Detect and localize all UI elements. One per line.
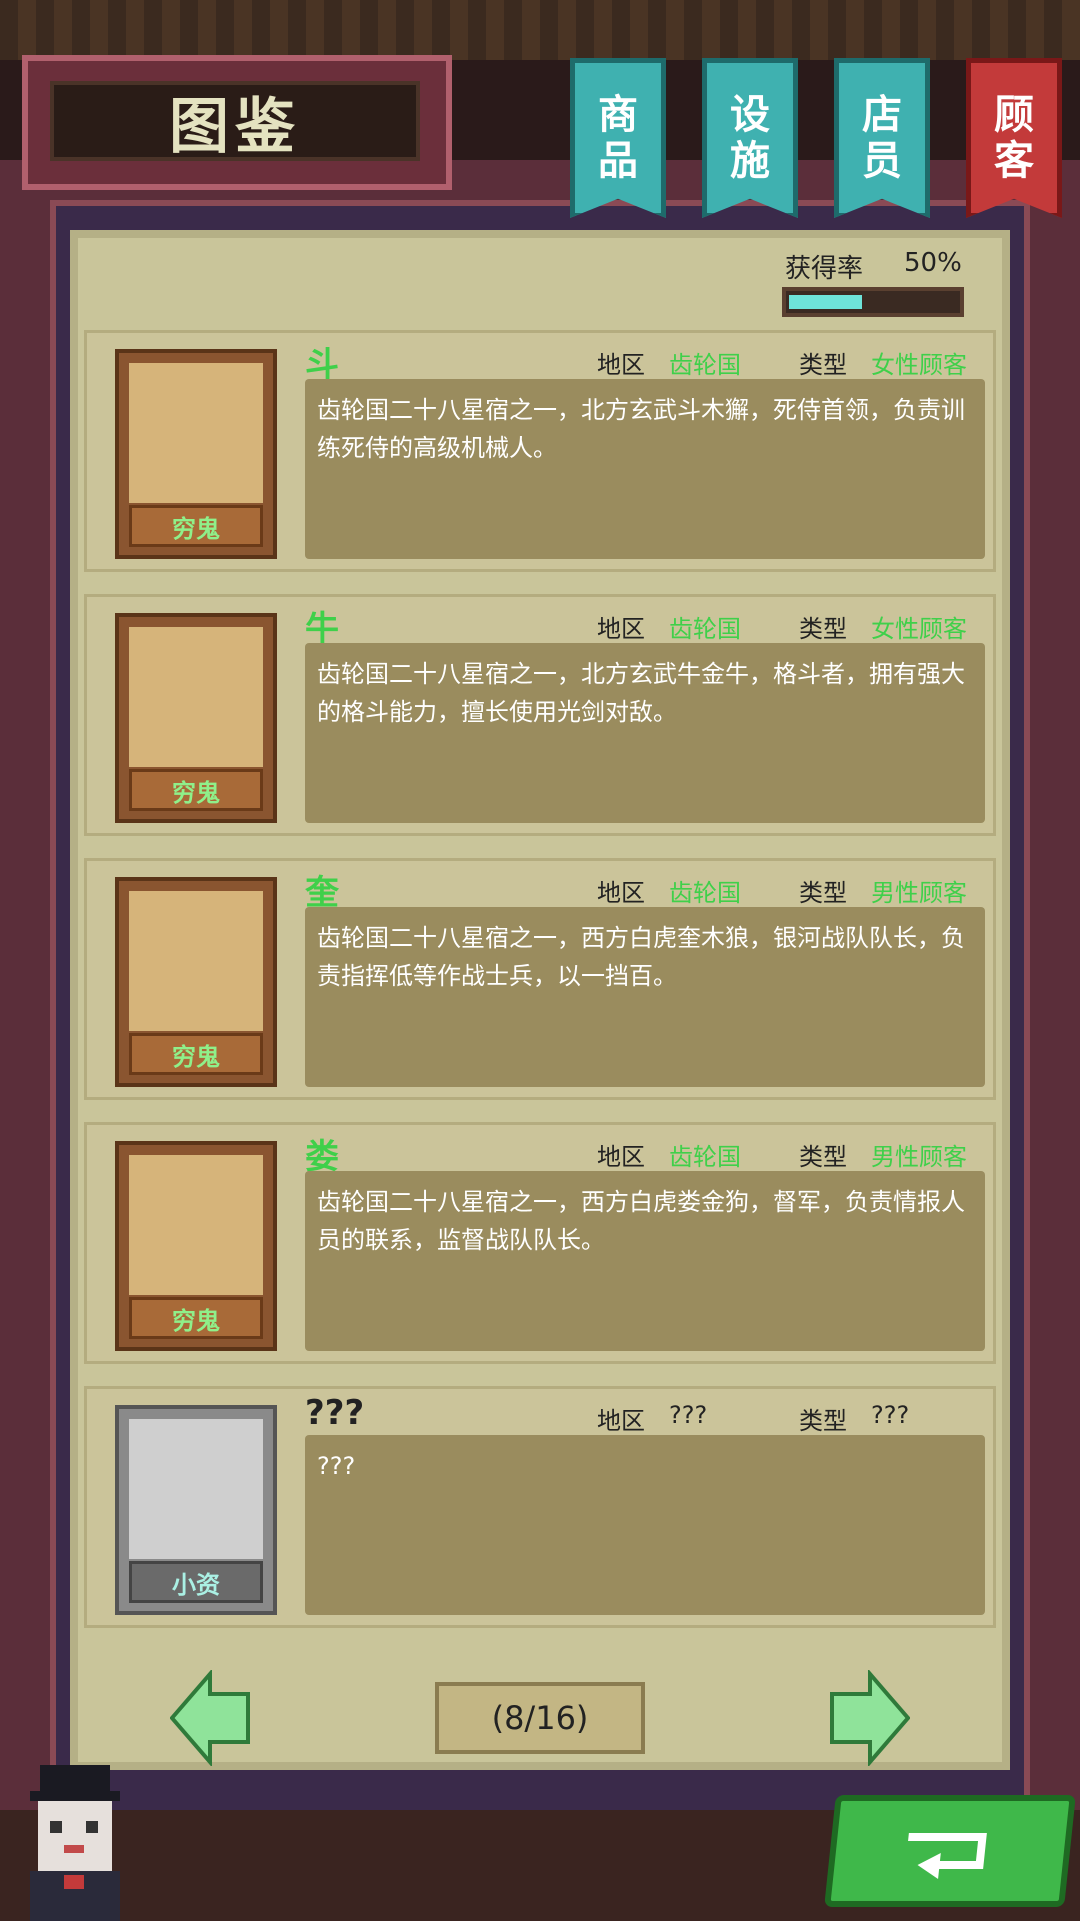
tab-goods-label: 商品 [598, 92, 638, 184]
type-label: 类型 [799, 1143, 847, 1171]
robot-avatar-icon [129, 1155, 263, 1295]
robot-avatar-icon [129, 891, 263, 1031]
customer-description: ??? [305, 1435, 985, 1615]
region-value: 齿轮国 [669, 351, 741, 379]
person-silhouette-icon [129, 1419, 263, 1559]
return-arrow-icon [908, 1833, 987, 1879]
tab-goods[interactable]: 商品 [570, 58, 666, 218]
page-title: 图鉴 [169, 91, 301, 162]
type-value: 女性顾客 [871, 615, 967, 643]
type-value: ??? [871, 1401, 910, 1429]
tab-staff[interactable]: 店员 [834, 58, 930, 218]
customer-tag: 穷鬼 [129, 1033, 263, 1075]
region-value: ??? [669, 1401, 708, 1429]
region-value: 齿轮国 [669, 1143, 741, 1171]
customer-card[interactable]: 穷鬼 娄 地区 齿轮国 类型 男性顾客 齿轮国二十八星宿之一，西方白虎娄金狗，督… [84, 1122, 996, 1364]
customer-description: 齿轮国二十八星宿之一，北方玄武牛金牛，格斗者，拥有强大的格斗能力，擅长使用光剑对… [305, 643, 985, 823]
cat-mascot-icon [30, 1765, 120, 1921]
acquire-rate-label: 获得率 [785, 254, 864, 284]
acquire-rate-bar [782, 287, 964, 317]
tab-customers-label: 顾客 [994, 92, 1034, 184]
page-indicator: (8/16) [435, 1682, 645, 1754]
tab-customers[interactable]: 顾客 [966, 58, 1062, 218]
region-label: 地区 [597, 1407, 645, 1435]
region-label: 地区 [597, 615, 645, 643]
acquire-rate-fill [789, 295, 862, 309]
customer-description: 齿轮国二十八星宿之一，西方白虎奎木狼，银河战队队长，负责指挥低等作战士兵，以一挡… [305, 907, 985, 1087]
customer-card[interactable]: 穷鬼 牛 地区 齿轮国 类型 女性顾客 齿轮国二十八星宿之一，北方玄武牛金牛，格… [84, 594, 996, 836]
tab-staff-label: 店员 [862, 92, 902, 184]
customer-portrait: 小资 [115, 1405, 277, 1615]
type-label: 类型 [799, 879, 847, 907]
region-value: 齿轮国 [669, 615, 741, 643]
customer-card[interactable]: 穷鬼 奎 地区 齿轮国 类型 男性顾客 齿轮国二十八星宿之一，西方白虎奎木狼，银… [84, 858, 996, 1100]
customer-portrait: 穷鬼 [115, 613, 277, 823]
customer-card-locked[interactable]: 小资 ??? 地区 ??? 类型 ??? ??? [84, 1386, 996, 1628]
type-value: 女性顾客 [871, 351, 967, 379]
acquire-rate-value: 50% [904, 248, 962, 278]
customer-tag: 小资 [129, 1561, 263, 1603]
type-value: 男性顾客 [871, 1143, 967, 1171]
tab-facilities-label: 设施 [730, 92, 770, 184]
customer-description: 齿轮国二十八星宿之一，西方白虎娄金狗，督军，负责情报人员的联系，监督战队队长。 [305, 1171, 985, 1351]
robot-avatar-icon [129, 363, 263, 503]
type-label: 类型 [799, 615, 847, 643]
customer-card[interactable]: 穷鬼 斗 地区 齿轮国 类型 女性顾客 齿轮国二十八星宿之一，北方玄武斗木獬，死… [84, 330, 996, 572]
region-label: 地区 [597, 351, 645, 379]
customer-description: 齿轮国二十八星宿之一，北方玄武斗木獬，死侍首领，负责训练死侍的高级机械人。 [305, 379, 985, 559]
left-arrow-icon[interactable] [170, 1670, 250, 1766]
tab-facilities[interactable]: 设施 [702, 58, 798, 218]
customer-tag: 穷鬼 [129, 769, 263, 811]
type-value: 男性顾客 [871, 879, 967, 907]
region-value: 齿轮国 [669, 879, 741, 907]
customer-portrait: 穷鬼 [115, 349, 277, 559]
type-label: 类型 [799, 351, 847, 379]
region-label: 地区 [597, 879, 645, 907]
customer-name: ??? [305, 1393, 365, 1433]
region-label: 地区 [597, 1143, 645, 1171]
customer-portrait: 穷鬼 [115, 877, 277, 1087]
customer-tag: 穷鬼 [129, 1297, 263, 1339]
top-decoration [0, 0, 1080, 60]
title-plaque: 图鉴 [22, 55, 452, 190]
customer-portrait: 穷鬼 [115, 1141, 277, 1351]
type-label: 类型 [799, 1407, 847, 1435]
customer-tag: 穷鬼 [129, 505, 263, 547]
robot-avatar-icon [129, 627, 263, 767]
back-button[interactable] [824, 1795, 1076, 1907]
page-indicator-text: (8/16) [491, 1699, 589, 1737]
right-arrow-icon[interactable] [830, 1670, 910, 1766]
